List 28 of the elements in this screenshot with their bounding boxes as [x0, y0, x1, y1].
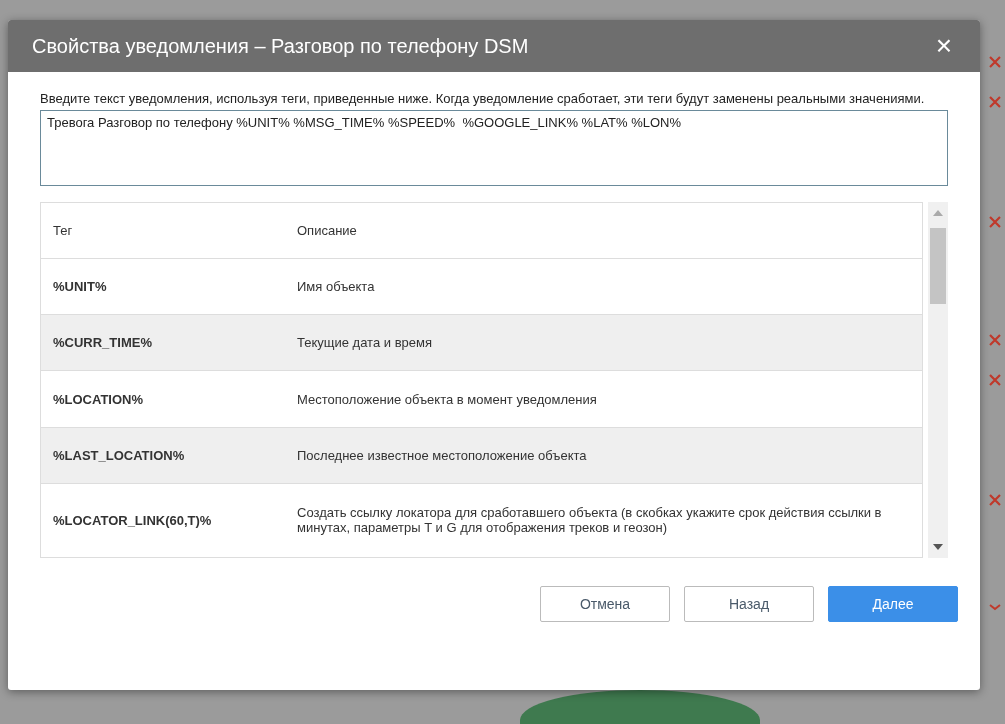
delete-icon	[988, 373, 1002, 387]
tag-cell: %UNIT%	[40, 258, 285, 315]
description-cell: Последнее известное местоположение объекта	[285, 427, 923, 484]
scrollbar-thumb[interactable]	[930, 228, 946, 304]
description-cell: Имя объекта	[285, 258, 923, 315]
tag-cell: %LOCATION%	[40, 370, 285, 428]
delete-icon	[988, 333, 1002, 347]
tag-cell: %LAST_LOCATION%	[40, 427, 285, 484]
scroll-up-icon[interactable]	[933, 210, 943, 216]
message-field[interactable]: Тревога Разговор по телефону %UNIT% %MSG_TIME% %SPEED% %GOOGLE_LINK% %LAT% %LON%	[40, 110, 948, 186]
column-header: Тег	[40, 202, 285, 259]
dialog-button[interactable]: Отмена	[540, 586, 670, 622]
tag-cell: %LOCATOR_LINK(60,T)%	[40, 483, 285, 558]
delete-icon	[988, 55, 1002, 69]
description-cell: Местоположение объекта в момент уведомления	[285, 370, 923, 428]
description-cell: Текущие дата и время	[285, 314, 923, 371]
close-button[interactable]: ×	[931, 32, 956, 60]
scroll-down-icon[interactable]	[933, 544, 943, 550]
tag-cell: %CURR_TIME%	[40, 314, 285, 371]
delete-icon	[988, 215, 1002, 229]
dialog-button[interactable]: Назад	[684, 586, 814, 622]
dialog-title: Свойства уведомления – Разговор по телефону DSM	[32, 34, 529, 58]
column-header: Описание	[285, 202, 923, 259]
delete-icon	[988, 95, 1002, 109]
scrollbar[interactable]	[928, 202, 948, 558]
delete-icon	[988, 493, 1002, 507]
description-cell: Создать ссылку локатора для сработавшего объекта (в скобках укажите срок действия ссылки в минутах, параметры T и G для отображения треков и геозон)	[285, 483, 923, 558]
instructions-text: Введите текст уведомления, используя теги, приведенные ниже. Когда уведомление сработает, эти теги будут заменены реальными значениями.	[40, 90, 926, 108]
